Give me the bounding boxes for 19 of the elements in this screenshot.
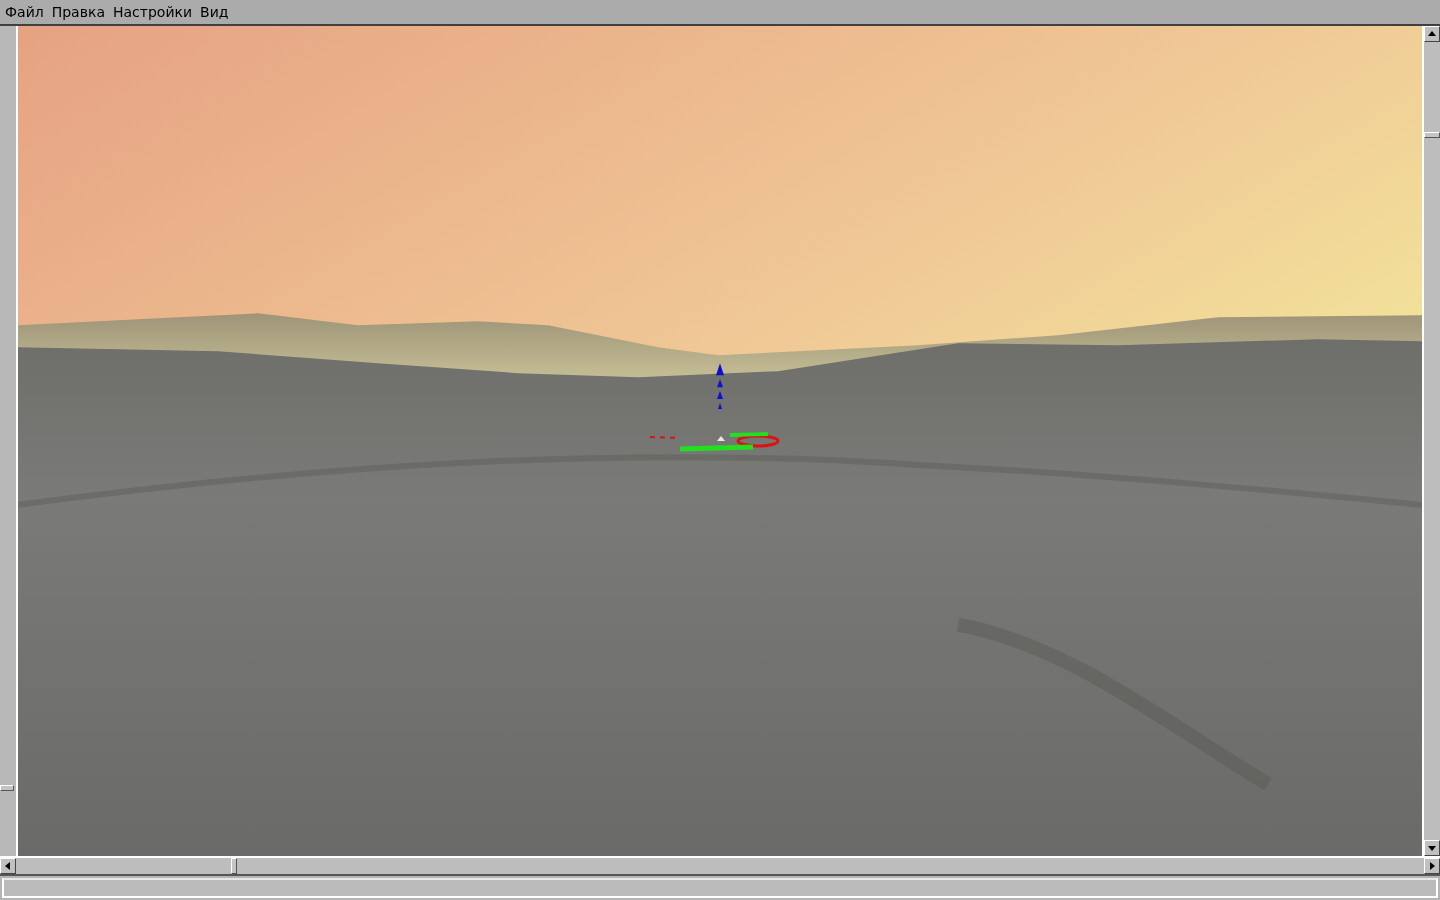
scroll-left-button[interactable] xyxy=(0,858,16,874)
menu-item[interactable]: Правка xyxy=(50,4,106,20)
scroll-thumb[interactable] xyxy=(231,858,237,874)
vertical-scrollbar[interactable] xyxy=(1422,26,1440,856)
scroll-right-button[interactable] xyxy=(1424,858,1440,874)
terrain-3d-viewport[interactable] xyxy=(18,26,1422,856)
horizontal-scrollbar[interactable] xyxy=(0,856,1440,876)
scroll-down-button[interactable] xyxy=(1424,840,1440,856)
menu-item[interactable]: Вид xyxy=(199,4,230,20)
down-arrow-icon xyxy=(1427,843,1437,853)
slider-thumb[interactable] xyxy=(0,784,14,791)
vertical-slider[interactable] xyxy=(0,26,18,856)
menu-item[interactable]: Файл xyxy=(4,4,45,20)
scroll-thumb[interactable] xyxy=(1424,132,1440,138)
left-arrow-icon xyxy=(3,861,13,871)
scroll-up-button[interactable] xyxy=(1424,26,1440,42)
right-arrow-icon xyxy=(1427,861,1437,871)
up-arrow-icon xyxy=(1427,29,1437,39)
menu-item[interactable]: Настройки xyxy=(111,4,194,20)
